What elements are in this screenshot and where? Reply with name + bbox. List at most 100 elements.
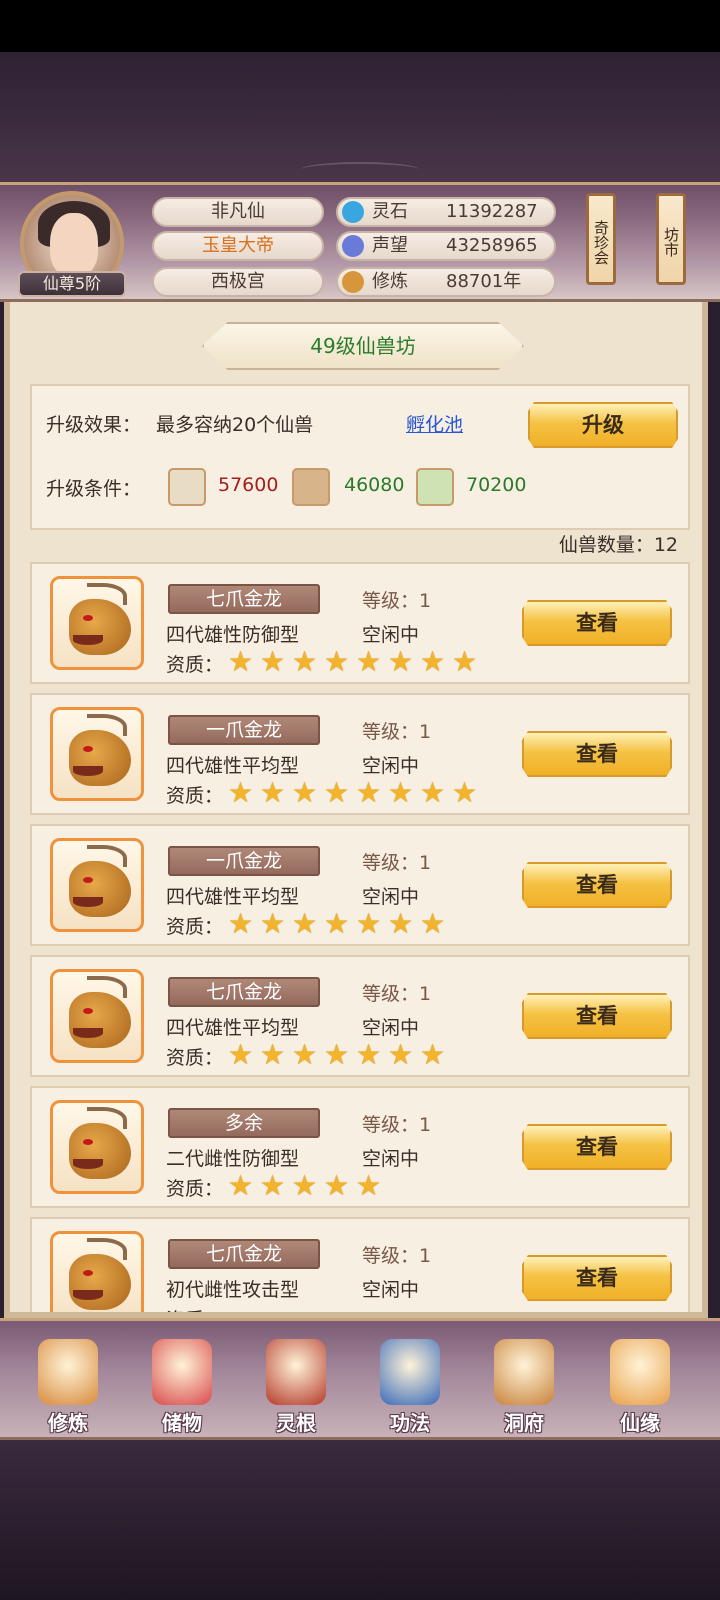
cave-palace-icon [494,1339,554,1405]
beast-type: 四代雄性平均型 [166,886,300,908]
dragon-head [69,861,131,917]
view-button[interactable]: 查看 [522,862,672,908]
beast-level: 等级：1 [362,721,432,743]
star-icon: ★ [292,645,318,678]
star-icon: ★ [420,907,446,940]
bottom-nav: 修炼 储物 灵根 功法 洞府 仙缘 [0,1318,720,1440]
nav-item-6[interactable]: 仙缘 [590,1327,690,1437]
market-button[interactable]: 坊市 [656,193,686,285]
resource-spirit-stone[interactable]: 灵石 11392287 [336,197,556,227]
view-button[interactable]: 查看 [522,993,672,1039]
star-icon: ★ [452,776,478,809]
beast-name: 七爪金龙 [168,584,320,614]
nav-label: 功法 [390,1411,430,1435]
resource-cultivation[interactable]: 修炼 88701年 [336,267,556,297]
bottom-decoration [0,1440,720,1600]
dragon-head [69,1254,131,1310]
dragon-mouth [73,1028,103,1038]
spirit-root-icon [266,1339,326,1405]
scroll-book-icon [380,1339,440,1405]
material-value: 70200 [466,474,527,496]
star-icon: ★ [260,1169,286,1202]
star-icon: ★ [324,907,350,940]
nav-item-2[interactable]: 储物 [132,1327,232,1437]
herb-icon [416,468,454,506]
beast-level: 等级：1 [362,590,432,612]
material-value: 57600 [218,474,279,496]
resource-label: 声望 [372,235,408,256]
resource-label: 灵石 [372,201,408,222]
star-icon: ★ [356,1169,382,1202]
beast-status: 空闲中 [362,1017,420,1039]
dragon-eye [83,1270,93,1276]
dragon-mouth [73,1159,103,1169]
star-icon: ★ [228,645,254,678]
material-value: 46080 [344,474,405,496]
star-icon: ★ [228,1038,254,1071]
status-bar [0,0,720,52]
dragon-portrait-icon[interactable] [50,1231,144,1312]
dragon-mouth [73,897,103,907]
star-icon: ★ [388,1038,414,1071]
view-button[interactable]: 查看 [522,1124,672,1170]
dragon-portrait-icon[interactable] [50,838,144,932]
beast-level: 等级：1 [362,852,432,874]
title-pill-3[interactable]: 西极宫 [152,267,324,297]
beast-card: 一爪金龙 等级：1 四代雄性平均型 空闲中 资质： ★ ★ ★ ★ ★ ★ ★ ★ 查看 [30,693,690,815]
nav-item-4[interactable]: 功法 [360,1327,460,1437]
quality-stars: ★ ★ ★ ★ ★ ★ ★ ★ [228,648,480,678]
hatch-pool-link[interactable]: 孵化池 [406,410,463,437]
dragon-portrait-icon[interactable] [50,707,144,801]
dragon-eye [83,1139,93,1145]
quality-label: 资质： [166,1305,223,1312]
view-button[interactable]: 查看 [522,731,672,777]
beast-status: 空闲中 [362,755,420,777]
quality-label: 资质： [166,785,224,807]
quality-label: 资质： [166,654,224,676]
beast-card: 一爪金龙 等级：1 四代雄性平均型 空闲中 资质： ★ ★ ★ ★ ★ ★ ★ 查看 [30,824,690,946]
star-icon: ★ [356,1038,382,1071]
gourd-icon [610,1339,670,1405]
quality-stars: ★ ★ ★ ★ ★ ★ ★ ★ [228,779,480,809]
quality-label: 资质： [166,916,224,938]
beast-level: 等级：1 [362,983,432,1005]
beast-type: 四代雄性平均型 [166,755,300,777]
view-button[interactable]: 查看 [522,600,672,646]
star-icon: ★ [420,1038,446,1071]
nav-label: 修炼 [48,1411,88,1435]
star-icon: ★ [228,1169,254,1202]
nav-label: 洞府 [504,1411,544,1435]
resource-prestige[interactable]: 声望 43258965 [336,231,556,261]
beast-type: 四代雄性平均型 [166,1017,300,1039]
dragon-head [69,992,131,1048]
star-icon: ★ [324,1169,350,1202]
beast-type: 初代雌性攻击型 [166,1279,300,1301]
resource-label: 修炼 [372,271,408,292]
beast-name: 一爪金龙 [168,846,320,876]
dragon-head [69,1123,131,1179]
upgrade-condition-label: 升级条件： [46,478,142,500]
dragon-portrait-icon[interactable] [50,969,144,1063]
meditation-icon [342,271,364,293]
star-icon: ★ [292,776,318,809]
dragon-mouth [73,1290,103,1300]
dragon-portrait-icon[interactable] [50,576,144,670]
nav-item-3[interactable]: 灵根 [246,1327,346,1437]
nav-item-5[interactable]: 洞府 [474,1327,574,1437]
star-icon: ★ [388,776,414,809]
view-button[interactable]: 查看 [522,1255,672,1301]
star-icon: ★ [420,645,446,678]
upgrade-button[interactable]: 升级 [528,402,678,448]
dragon-portrait-icon[interactable] [50,1100,144,1194]
beast-card: 七爪金龙 等级：1 四代雄性防御型 空闲中 资质： ★ ★ ★ ★ ★ ★ ★ ★ 查看 [30,562,690,684]
beast-name: 多余 [168,1108,320,1138]
beast-name: 七爪金龙 [168,977,320,1007]
treasure-fair-button[interactable]: 奇珍会 [586,193,616,285]
upgrade-effect-value: 最多容纳20个仙兽 [156,414,314,436]
panel-title: 49级仙兽坊 [202,322,524,370]
nav-item-1[interactable]: 修炼 [18,1327,118,1437]
star-icon: ★ [324,1038,350,1071]
wood-icon [292,468,330,506]
title-pill-1[interactable]: 非凡仙 [152,197,324,227]
title-pill-2[interactable]: 玉皇大帝 [152,231,324,261]
